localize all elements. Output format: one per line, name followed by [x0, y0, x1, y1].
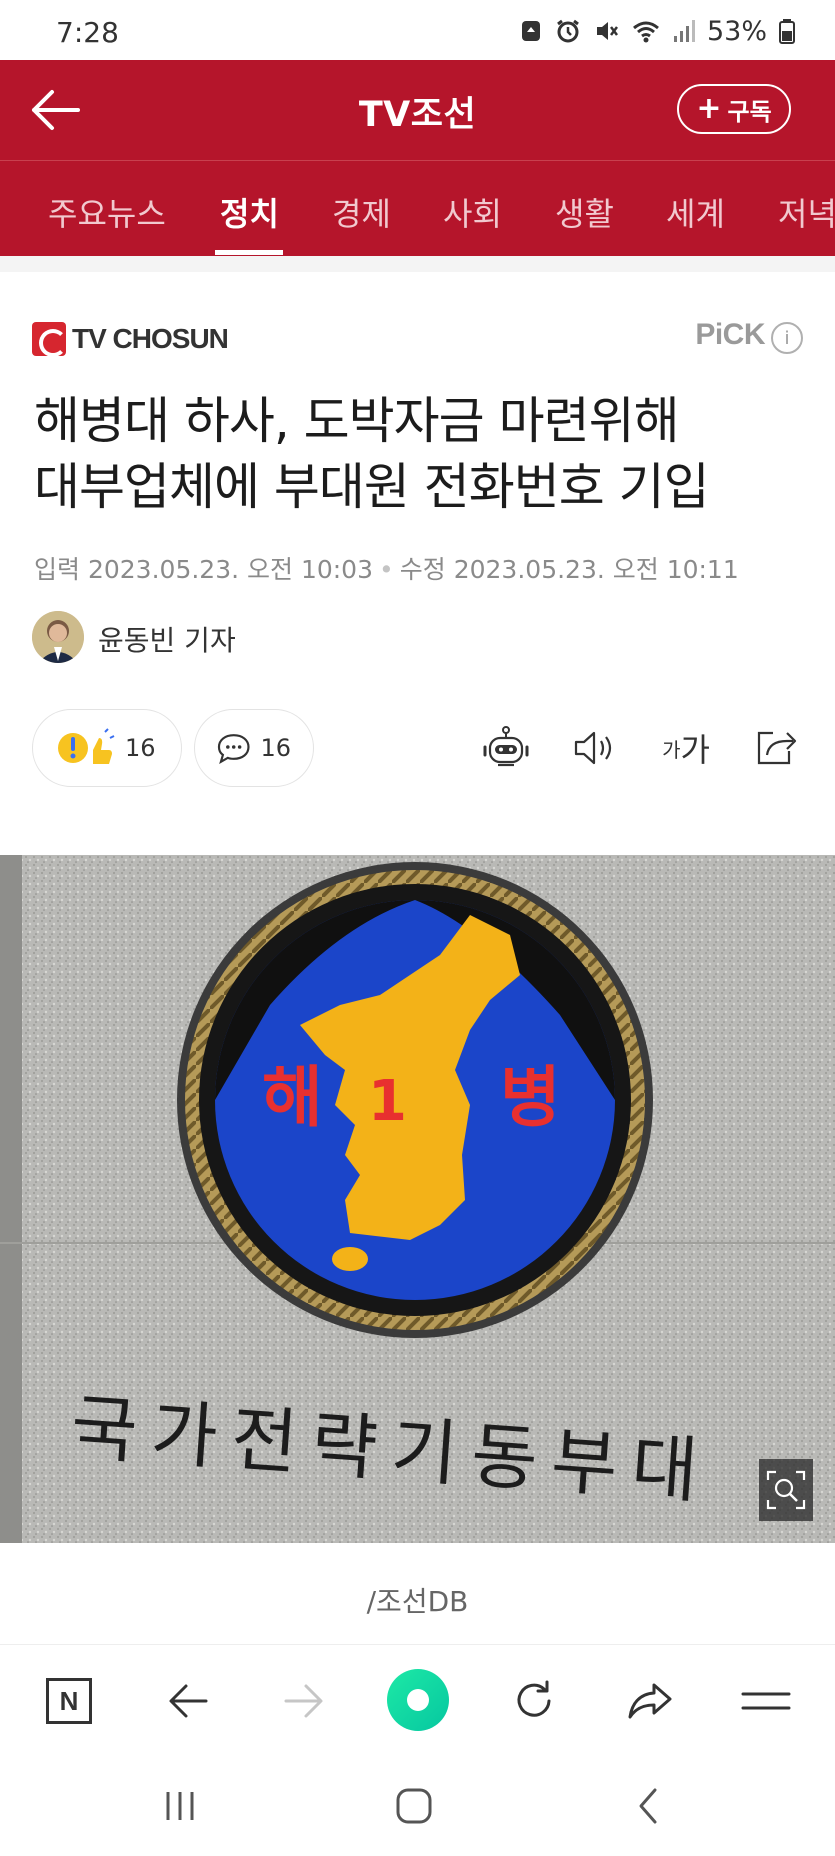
- home-button[interactable]: [384, 1778, 444, 1834]
- press-logo-text: TV CHOSUN: [72, 323, 229, 354]
- tv-chosun-logo-icon: [32, 322, 67, 357]
- surprise-emoji-icon: [58, 728, 115, 764]
- summary-button[interactable]: [478, 720, 534, 776]
- article-photo[interactable]: 해 1 병 국가전략기동부대: [0, 855, 835, 1543]
- plus-icon: +: [696, 91, 722, 126]
- press-logo[interactable]: TV CHOSUN: [32, 322, 229, 357]
- tab-evening[interactable]: 저녁: [778, 189, 835, 235]
- share-button[interactable]: [748, 720, 804, 776]
- back-nav-icon: [639, 1788, 657, 1824]
- active-tab-indicator: [215, 250, 283, 255]
- category-tabs: 주요뉴스 정치 경제 사회 생활 세계 저녁: [0, 160, 835, 256]
- font-size-button[interactable]: 가가: [656, 720, 716, 776]
- signal-icon: [673, 20, 695, 42]
- recent-apps-button[interactable]: [150, 1778, 210, 1834]
- speaker-icon: [574, 731, 612, 765]
- back-button[interactable]: [28, 86, 84, 134]
- headline-line-1: 해병대 하사, 도박자금 마련위해: [34, 392, 680, 450]
- font-size-large-label: 가: [680, 731, 710, 769]
- article-dates: 입력 2023.05.23. 오전 10:03 • 수정 2023.05.23. 오…: [34, 550, 739, 586]
- comment-count: 16: [260, 734, 291, 762]
- status-icons: 53%: [519, 15, 795, 47]
- share-arrow-icon: [628, 1683, 672, 1719]
- info-icon[interactable]: i: [771, 322, 803, 354]
- emblem-char-left: 해: [262, 1059, 323, 1136]
- comment-icon: [217, 734, 250, 764]
- system-back-button[interactable]: [618, 1778, 678, 1834]
- forward-icon: [284, 1684, 323, 1718]
- edit-date: 2023.05.23. 오전 10:11: [453, 555, 739, 584]
- reporter-avatar[interactable]: [32, 611, 84, 663]
- emblem-char-right: 병: [500, 1059, 561, 1136]
- font-size-small-label: 가: [662, 737, 681, 762]
- mute-icon: [596, 22, 618, 40]
- back-icon: [169, 1684, 208, 1718]
- input-date: 2023.05.23. 오전 10:03: [87, 555, 373, 584]
- tab-politics[interactable]: 정치: [220, 189, 279, 235]
- browser-menu-button[interactable]: [736, 1673, 796, 1729]
- battery-percent: 53%: [706, 15, 767, 47]
- reporter-name[interactable]: 윤동빈 기자: [98, 619, 236, 659]
- recycle-icon: [521, 21, 540, 41]
- browser-toolbar: N: [0, 1644, 835, 1754]
- marine-emblem-photo: 해 1 병 국가전략기동부대: [0, 855, 835, 1543]
- subscribe-label: 구독: [727, 97, 772, 126]
- browser-forward-button[interactable]: [274, 1673, 334, 1729]
- edit-label: 수정: [399, 555, 446, 584]
- subscribe-button[interactable]: + 구독: [677, 84, 791, 134]
- refresh-icon: [517, 1680, 551, 1717]
- reporter-photo: [32, 611, 84, 663]
- reaction-count: 16: [125, 734, 156, 762]
- menu-icon: [741, 1692, 791, 1710]
- zoom-icon: [766, 1470, 806, 1510]
- home-icon: [396, 1788, 432, 1824]
- tab-economy[interactable]: 경제: [332, 189, 391, 235]
- read-aloud-button[interactable]: [567, 720, 623, 776]
- naver-button[interactable]: N: [39, 1673, 99, 1729]
- separator-dot: •: [379, 555, 394, 584]
- browser-share-button[interactable]: [620, 1673, 680, 1729]
- refresh-button[interactable]: [504, 1673, 564, 1729]
- emblem-char-center: 1: [368, 1069, 407, 1134]
- pick-badge: PiCK: [695, 318, 765, 351]
- divider: [0, 256, 835, 272]
- photo-zoom-button[interactable]: [759, 1459, 813, 1521]
- back-arrow-icon: [32, 90, 80, 130]
- recent-apps-icon: [166, 1792, 194, 1820]
- tab-society[interactable]: 사회: [443, 189, 502, 235]
- tab-world[interactable]: 세계: [666, 189, 725, 235]
- reaction-button[interactable]: 16: [32, 709, 182, 787]
- naver-n-icon: N: [46, 1678, 92, 1724]
- wifi-icon: [633, 21, 659, 43]
- tab-main-news[interactable]: 주요뉴스: [48, 189, 166, 235]
- comment-button[interactable]: 16: [194, 709, 314, 787]
- photo-caption: /조선DB: [366, 1585, 469, 1618]
- green-home-icon: [387, 1669, 449, 1731]
- article-headline: 해병대 하사, 도박자금 마련위해 대부업체에 부대원 전화번호 기입: [34, 388, 814, 520]
- system-navigation-bar: [0, 1754, 835, 1856]
- naver-home-button[interactable]: [386, 1667, 450, 1733]
- share-icon: [757, 731, 797, 765]
- headline-line-2: 대부업체에 부대원 전화번호 기입: [34, 458, 710, 516]
- alarm-icon: [557, 19, 579, 43]
- status-time: 7:28: [56, 16, 119, 49]
- input-label: 입력: [34, 555, 81, 584]
- robot-summary-icon: [483, 726, 529, 767]
- status-bar: 7:28 53%: [0, 0, 835, 60]
- browser-back-button[interactable]: [158, 1673, 218, 1729]
- tab-life[interactable]: 생활: [555, 189, 614, 235]
- app-header: TV조선 + 구독: [0, 60, 835, 160]
- battery-icon: [779, 19, 795, 44]
